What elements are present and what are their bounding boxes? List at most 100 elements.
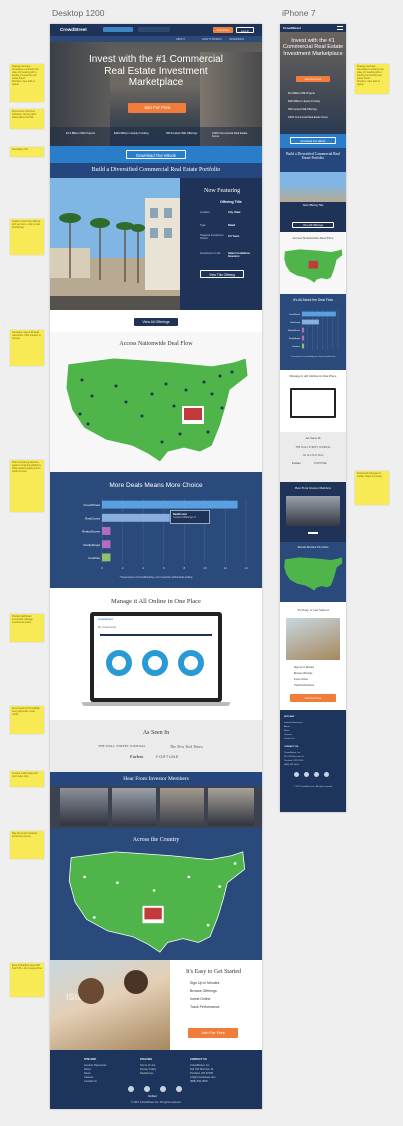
footer-contact-4[interactable]: info@crowdstreet.com bbox=[190, 1076, 216, 1079]
sticky-note-12[interactable]: Strategy overview - homepage to enhance … bbox=[355, 64, 389, 94]
sticky-note-10[interactable]: Map of investor locations across the cou… bbox=[10, 831, 44, 859]
sticky-note-6[interactable]: Chart comparing deal flow against compet… bbox=[10, 460, 44, 512]
m-download-button[interactable]: Download Our eBook bbox=[290, 137, 336, 144]
sticky-note-8[interactable]: Press logos build credibility. Keep gray… bbox=[10, 706, 44, 734]
footer-link-4[interactable]: Careers bbox=[84, 1076, 93, 1079]
nav-link-about[interactable]: ABOUT bbox=[176, 38, 185, 41]
footer-contact-5[interactable]: (888) 556-3815 bbox=[190, 1080, 208, 1083]
nav-search-input[interactable] bbox=[103, 27, 133, 32]
chart-bar[interactable] bbox=[102, 500, 238, 509]
sticky-note-11[interactable]: Easy onboarding steps with final CTA. Li… bbox=[10, 963, 44, 997]
nav-login-button[interactable]: Log In bbox=[236, 27, 254, 33]
view-offering-button[interactable]: View This Offering bbox=[200, 270, 244, 278]
laptop-screen: crowdstreet My Investments bbox=[90, 612, 222, 702]
chart-bar[interactable] bbox=[102, 513, 170, 522]
nav-link-offerings[interactable]: OFFERINGS bbox=[229, 38, 244, 41]
chart-category-label: RealCrowd bbox=[85, 516, 100, 520]
m-menu-icon[interactable] bbox=[337, 26, 343, 30]
started-step-2: Browse Offerings bbox=[190, 989, 217, 993]
linkedin-icon[interactable] bbox=[128, 1086, 134, 1092]
m-carousel-dots[interactable] bbox=[308, 532, 318, 534]
member-video-4[interactable] bbox=[208, 788, 254, 826]
started-cta-button[interactable]: Join For Free bbox=[188, 1028, 238, 1038]
portfolio-feature: Now Featuring Offering Title Location Ci… bbox=[50, 178, 262, 310]
sticky-note-1[interactable]: Strategy overview - homepage to enhance … bbox=[10, 64, 44, 102]
chart-bar[interactable] bbox=[302, 343, 305, 349]
chart-bar[interactable] bbox=[102, 553, 111, 562]
m-deals-chart: CrowdStreet RealCrowd RealtyShares RealtyMo… bbox=[288, 310, 339, 350]
footer-link-2[interactable]: About bbox=[84, 1068, 91, 1071]
chart-category-label: RealtyShares bbox=[288, 329, 300, 332]
m-view-all-button[interactable]: View All Offerings bbox=[292, 222, 334, 228]
m-chart-title: It's All About the Deal Flow bbox=[292, 298, 334, 302]
footer-link-5[interactable]: Contact Us bbox=[84, 1080, 97, 1083]
m-contact-4[interactable]: (888) 556-3815 bbox=[284, 764, 299, 767]
m-join-button[interactable]: Join For Free bbox=[290, 694, 336, 702]
m-linkedin-icon[interactable] bbox=[294, 772, 299, 777]
m-logo[interactable]: CrowdStreet bbox=[283, 26, 301, 30]
sticky-note-9[interactable]: Investor testimonials with short video c… bbox=[10, 771, 44, 787]
member-video-1[interactable] bbox=[60, 788, 108, 826]
nav-logo[interactable]: CrowdStreet bbox=[60, 27, 87, 32]
sticky-note-13[interactable]: Testimonial carousel on mobile. Swipe to… bbox=[355, 471, 389, 505]
m-footer-link-4[interactable]: Careers bbox=[284, 734, 292, 737]
chart-category-label: RealtyShares bbox=[82, 530, 101, 534]
footer-link-7[interactable]: Privacy Policy bbox=[140, 1068, 156, 1071]
m-footer-link-2[interactable]: About bbox=[284, 726, 290, 729]
footer-link-1[interactable]: Investor Resources bbox=[84, 1064, 106, 1067]
chart-category-label: RealtyMogul bbox=[289, 337, 301, 340]
member-video-3[interactable] bbox=[160, 788, 204, 826]
verified-badge: Verified bbox=[148, 1095, 157, 1098]
sticky-note-5[interactable]: Interactive map of all deals nationwide.… bbox=[10, 330, 44, 366]
m-twitter-icon[interactable] bbox=[314, 772, 319, 777]
m-footer-link-5[interactable]: Contact Us bbox=[284, 738, 295, 741]
m-favorites-map[interactable] bbox=[283, 554, 343, 594]
chart-bar[interactable] bbox=[102, 527, 111, 535]
footer-contact-3: Portland, OR 97205 bbox=[190, 1072, 213, 1075]
dashboard: crowdstreet My Investments bbox=[94, 616, 218, 698]
us-deal-map[interactable] bbox=[62, 354, 250, 466]
person-2 bbox=[124, 970, 148, 994]
member-video-2[interactable] bbox=[112, 788, 156, 826]
sticky-note-3[interactable]: Secondary CTA bbox=[10, 147, 44, 157]
chart-bar[interactable] bbox=[102, 540, 111, 549]
facebook-icon[interactable] bbox=[144, 1086, 150, 1092]
chart-bar[interactable] bbox=[302, 311, 336, 317]
sticky-note-7[interactable]: Product dashboard screenshot. Manage inv… bbox=[10, 614, 44, 642]
nav-phone-field[interactable] bbox=[138, 27, 170, 32]
chart-category-label: RealtyMogul bbox=[83, 543, 100, 547]
started-section: iStock It's Easy to Get Started Sign Up … bbox=[50, 960, 262, 1050]
m-member-video[interactable] bbox=[286, 496, 340, 526]
sticky-note-2[interactable]: Show brand. Add trust indicators. Strong… bbox=[10, 109, 44, 129]
chart-bar[interactable] bbox=[302, 327, 305, 333]
footer-link-8[interactable]: Disclosures bbox=[140, 1072, 153, 1075]
chart-bar[interactable] bbox=[302, 335, 305, 341]
footer-link-3[interactable]: News bbox=[84, 1072, 91, 1075]
sticky-note-4[interactable]: Feature current live offering with key t… bbox=[10, 219, 44, 255]
footer: SITE MAP Investor Resources About News C… bbox=[50, 1050, 262, 1109]
members-title: Hear From Investor Members bbox=[123, 775, 189, 782]
m-members-title: Hear From Investor Members bbox=[295, 486, 331, 490]
dashboard-app-name: crowdstreet bbox=[98, 618, 113, 621]
m-hero-cta[interactable]: Join For Free bbox=[296, 76, 330, 82]
twitter-icon[interactable] bbox=[160, 1086, 166, 1092]
m-us-map[interactable] bbox=[283, 246, 343, 286]
youtube-icon[interactable] bbox=[176, 1086, 182, 1092]
nav-link-how-it-works[interactable]: HOW IT WORKS bbox=[202, 38, 222, 41]
m-manage-section: Manage it All Online in One Place bbox=[280, 370, 346, 432]
m-facebook-icon[interactable] bbox=[304, 772, 309, 777]
m-footer-link-1[interactable]: Investor Resources bbox=[284, 722, 303, 725]
chart-bar[interactable] bbox=[302, 319, 319, 325]
download-ebook-button[interactable]: Download Our eBook bbox=[126, 150, 186, 159]
m-press-fortune: FORTUNE bbox=[314, 462, 327, 465]
m-feature: Now Offering Title View All Offerings bbox=[280, 202, 346, 232]
manage-section: Manage it All Online in One Place crowds… bbox=[50, 588, 262, 720]
m-footer-link-3[interactable]: News bbox=[284, 730, 289, 733]
hero-cta-button[interactable]: Join For Free bbox=[128, 103, 186, 113]
us-investor-map[interactable] bbox=[62, 848, 250, 956]
footer-link-6[interactable]: Terms of Use bbox=[140, 1064, 155, 1067]
m-now-featuring: Now Offering Title bbox=[302, 204, 324, 207]
nav-signup-button[interactable]: Join Free bbox=[213, 27, 233, 33]
m-youtube-icon[interactable] bbox=[324, 772, 329, 777]
view-all-offerings-button[interactable]: View All Offerings bbox=[134, 318, 178, 326]
